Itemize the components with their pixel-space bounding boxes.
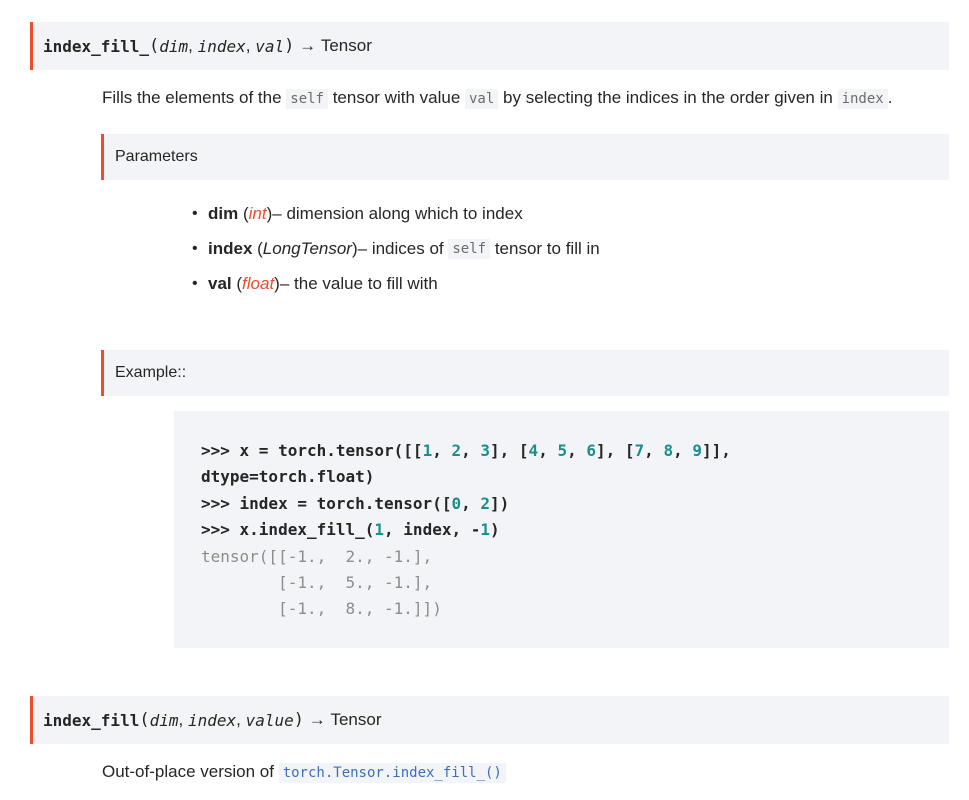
arg-val: val (255, 36, 285, 56)
desc-text: Out-of-place version of (102, 762, 279, 781)
param-item: • val (float) – the value to fill with (192, 273, 438, 294)
param-type-link[interactable]: float (242, 274, 274, 294)
index-fill-inplace-link[interactable]: torch.Tensor.index_fill_() (278, 763, 506, 783)
close-paren: ) (293, 710, 304, 730)
example-label: Example:: (115, 364, 187, 381)
param-desc: – dimension along which to index (272, 203, 523, 223)
code-val: val (465, 89, 499, 109)
param-name: index (208, 238, 253, 258)
code-index: index (837, 89, 888, 109)
arg-index: index (187, 710, 237, 730)
param-item: • index (LongTensor) – indices of self t… (192, 238, 600, 259)
return-arrow: → (299, 36, 317, 55)
param-desc: tensor to fill in (494, 238, 600, 258)
open-paren: ( (139, 710, 150, 730)
arg-value: value (245, 710, 294, 730)
param-type: LongTensor (262, 238, 352, 258)
method-name: index_fill (43, 710, 140, 730)
desc-text: . (887, 88, 893, 107)
param-desc: – indices of (357, 238, 444, 258)
parameters-list: • dim (int) – dimension along which to i… (192, 196, 600, 301)
method-name: index_fill_ (43, 36, 149, 56)
desc-text: tensor with value (327, 88, 465, 107)
desc-text: by selecting the indices in the order gi… (498, 88, 838, 107)
return-type: Tensor (330, 710, 382, 729)
param-name: dim (208, 203, 239, 223)
param-name: val (208, 273, 232, 293)
arg-dim: dim (159, 36, 189, 56)
code-self: self (286, 89, 328, 109)
signature-index-fill: index_fill(dim, index, value) → Tensor (30, 696, 949, 744)
desc-text: Fills the elements of the (102, 88, 287, 107)
method-description: Fills the elements of the self tensor wi… (102, 88, 893, 109)
param-desc: – the value to fill with (279, 273, 438, 293)
open-paren: ( (148, 36, 160, 56)
parameters-label: Parameters (115, 148, 198, 165)
param-item: • dim (int) – dimension along which to i… (192, 203, 523, 224)
signature-index-fill-inplace: index_fill_(dim, index, val) → Tensor (30, 22, 949, 70)
example-heading: Example:: (101, 350, 949, 396)
code-self: self (448, 238, 491, 259)
return-type: Tensor (320, 36, 372, 55)
arg-index: index (197, 36, 246, 56)
close-paren: ) (284, 36, 295, 56)
arg-dim: dim (149, 710, 179, 730)
param-type-link[interactable]: int (249, 204, 267, 224)
code-example: >>> x = torch.tensor([[1, 2, 3], [4, 5, … (201, 441, 731, 619)
return-arrow: → (308, 710, 326, 729)
code-example-block: >>> x = torch.tensor([[1, 2, 3], [4, 5, … (174, 411, 949, 648)
method-description-2: Out-of-place version of torch.Tensor.ind… (102, 762, 506, 783)
parameters-heading: Parameters (101, 134, 949, 180)
